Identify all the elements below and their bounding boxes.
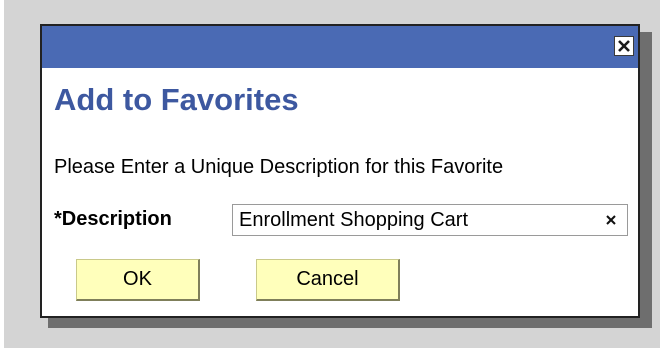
clear-description-button[interactable]: [601, 209, 621, 231]
description-field: [232, 204, 628, 236]
clear-icon: [606, 215, 616, 225]
description-input[interactable]: [233, 205, 599, 235]
dialog-title: Add to Favorites: [54, 82, 299, 117]
cancel-button[interactable]: Cancel: [256, 259, 400, 301]
add-to-favorites-dialog: Add to Favorites Please Enter a Unique D…: [40, 24, 640, 318]
instructions-text: Please Enter a Unique Description for th…: [54, 156, 504, 178]
close-icon: [618, 40, 630, 52]
close-button[interactable]: [614, 36, 634, 56]
description-label: *Description: [54, 208, 172, 230]
ok-button[interactable]: OK: [76, 259, 200, 301]
dialog-titlebar: [42, 26, 638, 68]
